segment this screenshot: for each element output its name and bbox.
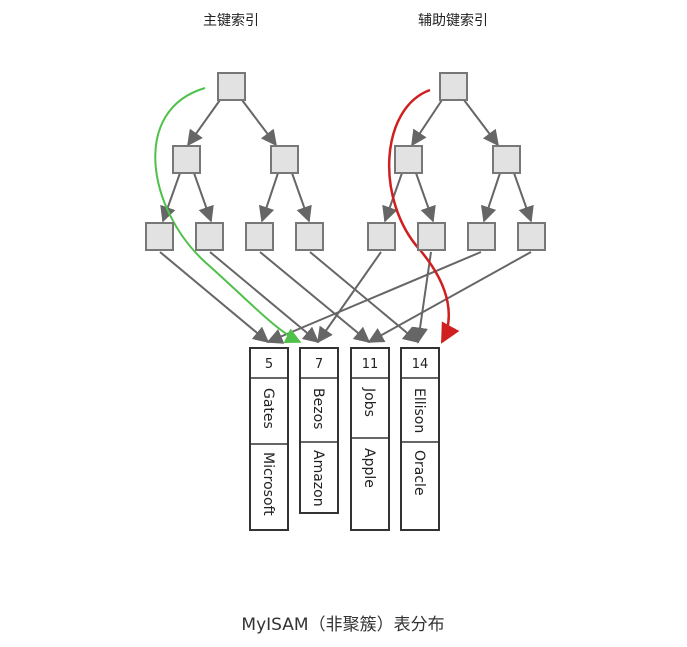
primary-leaf-node (245, 222, 274, 251)
pointer (309, 251, 420, 344)
secondary-leaf-node (467, 222, 496, 251)
pointer (159, 251, 270, 344)
record-id: 14 (412, 357, 429, 372)
record-id: 7 (315, 357, 323, 372)
record-3: 14 Ellison Oracle (400, 347, 440, 531)
record-name: Ellison (411, 388, 427, 433)
leaf-pointers (159, 251, 532, 344)
pointer (259, 251, 371, 344)
record-name: Gates (260, 388, 276, 429)
secondary-search-path (387, 88, 460, 344)
secondary-branch-node (394, 145, 423, 174)
edge (258, 172, 279, 223)
record-id: 11 (362, 357, 379, 372)
secondary-branch-node (492, 145, 521, 174)
secondary-leaf-node (367, 222, 396, 251)
edge (187, 99, 221, 147)
record-name: Bezos (310, 388, 326, 429)
myisam-index-diagram: 主键索引 辅助键索引 5 Gates Microsoft 7 Bezos Ama… (145, 12, 546, 635)
pointer (412, 251, 432, 344)
secondary-index-title: 辅助键索引 (418, 12, 488, 29)
edge (411, 99, 443, 147)
edge (415, 172, 436, 223)
primary-branch-node (172, 145, 201, 174)
primary-search-path (154, 87, 302, 343)
record-company: Oracle (411, 450, 427, 496)
primary-leaf-node (195, 222, 224, 251)
tree-edges (160, 99, 534, 223)
record-name: Jobs (361, 387, 377, 417)
tree-nodes (145, 72, 546, 251)
primary-leaf-node (145, 222, 174, 251)
edge (193, 172, 214, 223)
primary-index-title: 主键索引 (203, 12, 259, 29)
edge (463, 99, 499, 147)
edge (160, 172, 181, 223)
secondary-leaf-node (417, 222, 446, 251)
record-1: 7 Bezos Amazon (299, 347, 339, 514)
edge (241, 99, 277, 147)
primary-leaf-node (295, 222, 324, 251)
record-company: Amazon (310, 450, 326, 507)
diagram-caption: MyISAM（非聚簇）表分布 (241, 615, 444, 635)
record-2: 11 Jobs Apple (350, 347, 390, 531)
primary-root-node (217, 72, 246, 101)
record-0: 5 Gates Microsoft (249, 347, 289, 531)
record-company: Microsoft (260, 452, 276, 516)
secondary-leaf-node (517, 222, 546, 251)
edge (480, 172, 501, 223)
edge (291, 172, 312, 223)
record-company: Apple (361, 448, 377, 488)
record-id: 5 (265, 357, 273, 372)
secondary-root-node (439, 72, 468, 101)
edge (513, 172, 534, 223)
primary-branch-node (270, 145, 299, 174)
